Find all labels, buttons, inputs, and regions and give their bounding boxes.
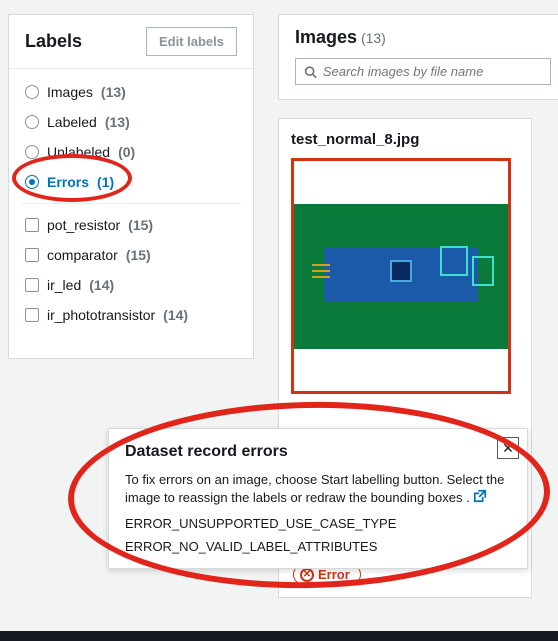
labels-header: Labels Edit labels xyxy=(9,15,253,69)
filter-errors[interactable]: Errors (1) xyxy=(9,167,253,197)
labels-panel: Labels Edit labels Images (13) Labeled (… xyxy=(8,14,254,359)
images-panel: Images (13) xyxy=(278,14,558,100)
image-thumbnail-frame xyxy=(291,158,511,394)
checkbox-icon xyxy=(25,278,39,292)
bounding-box xyxy=(472,256,494,286)
checkbox-icon xyxy=(25,218,39,232)
external-link-icon[interactable] xyxy=(473,489,487,508)
labels-title: Labels xyxy=(25,31,82,52)
filter-label: Images xyxy=(47,84,93,100)
image-thumbnail xyxy=(294,204,508,349)
image-file-name: test_normal_8.jpg xyxy=(291,131,519,148)
bounding-box xyxy=(440,246,468,276)
label-pot-resistor[interactable]: pot_resistor (15) xyxy=(9,210,253,240)
images-count: (13) xyxy=(361,30,386,46)
bottom-bar xyxy=(0,631,558,641)
popover-description: To fix errors on an image, choose Start … xyxy=(125,471,511,508)
filter-count: (1) xyxy=(97,174,114,190)
label-text: ir_phototransistor xyxy=(47,307,155,323)
filter-label: Unlabeled xyxy=(47,144,110,160)
radio-icon xyxy=(25,85,39,99)
error-icon: ✕ xyxy=(300,568,314,582)
images-header: Images (13) xyxy=(295,27,551,48)
filter-label: Labeled xyxy=(47,114,97,130)
label-text: pot_resistor xyxy=(47,217,120,233)
popover-desc-text: To fix errors on an image, choose Start … xyxy=(125,472,504,505)
label-count: (15) xyxy=(126,247,151,263)
radio-icon xyxy=(25,145,39,159)
error-code: ERROR_NO_VALID_LABEL_ATTRIBUTES xyxy=(125,539,511,554)
search-box[interactable] xyxy=(295,58,551,85)
filter-label: Errors xyxy=(47,174,89,190)
pcb-chip xyxy=(390,260,412,282)
pcb-pins xyxy=(312,264,332,284)
checkbox-icon xyxy=(25,308,39,322)
dataset-errors-popover: ✕ Dataset record errors To fix errors on… xyxy=(108,428,528,569)
edit-labels-button[interactable]: Edit labels xyxy=(146,27,237,56)
images-title: Images xyxy=(295,27,357,47)
label-text: ir_led xyxy=(47,277,81,293)
filter-unlabeled[interactable]: Unlabeled (0) xyxy=(9,137,253,167)
error-code: ERROR_UNSUPPORTED_USE_CASE_TYPE xyxy=(125,516,511,531)
radio-icon xyxy=(25,175,39,189)
filter-images[interactable]: Images (13) xyxy=(9,77,253,107)
label-count: (14) xyxy=(163,307,188,323)
label-text: comparator xyxy=(47,247,118,263)
filter-count: (13) xyxy=(101,84,126,100)
divider xyxy=(21,203,241,204)
label-count: (14) xyxy=(89,277,114,293)
close-icon: ✕ xyxy=(502,440,514,457)
search-input[interactable] xyxy=(323,64,542,79)
search-icon xyxy=(304,65,317,79)
label-ir-led[interactable]: ir_led (14) xyxy=(9,270,253,300)
filter-labeled[interactable]: Labeled (13) xyxy=(9,107,253,137)
label-ir-phototransistor[interactable]: ir_phototransistor (14) xyxy=(9,300,253,330)
close-button[interactable]: ✕ xyxy=(497,437,519,459)
checkbox-icon xyxy=(25,248,39,262)
filter-count: (13) xyxy=(105,114,130,130)
popover-title: Dataset record errors xyxy=(125,443,511,461)
label-comparator[interactable]: comparator (15) xyxy=(9,240,253,270)
filter-count: (0) xyxy=(118,144,135,160)
labels-list: Images (13) Labeled (13) Unlabeled (0) E… xyxy=(9,69,253,338)
radio-icon xyxy=(25,115,39,129)
label-count: (15) xyxy=(128,217,153,233)
